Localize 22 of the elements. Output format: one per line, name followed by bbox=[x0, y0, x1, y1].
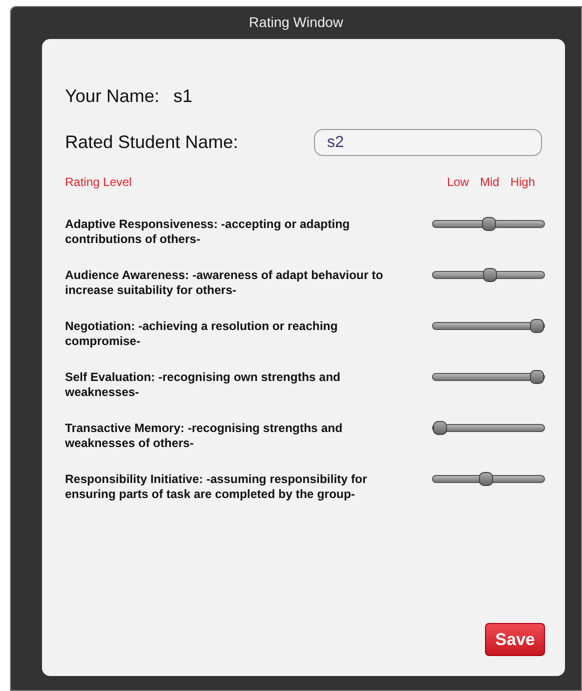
slider-thumb[interactable] bbox=[433, 421, 447, 435]
slider-thumb[interactable] bbox=[482, 217, 496, 231]
criterion-text: Responsibility Initiative: -assuming responsibility for ensuring parts of task are completed by the group- bbox=[65, 472, 368, 502]
window-title: Rating Window bbox=[248, 13, 344, 32]
criterion-text: Audience Awareness: -awareness of adapt behaviour to increase suitability for others- bbox=[65, 268, 384, 298]
slider-thumb[interactable] bbox=[530, 319, 544, 333]
criterion-text: Adaptive Responsiveness: -accepting or adapting contributions of others- bbox=[65, 217, 351, 247]
student-name-label: Rated Student Name: bbox=[65, 131, 240, 154]
save-button[interactable]: Save bbox=[485, 622, 545, 656]
slider-thumb[interactable] bbox=[483, 268, 498, 282]
name-value: s1 bbox=[173, 85, 192, 108]
slider-thumb[interactable] bbox=[478, 472, 493, 486]
criterion-text: Negotiation: -achieving a resolution or reaching compromise- bbox=[65, 319, 339, 349]
criterion-text: Self Evaluation: -recognising own strengths and weaknesses- bbox=[65, 370, 342, 400]
name-label: Your Name: bbox=[65, 85, 160, 108]
student-name-field[interactable]: s2 bbox=[314, 129, 542, 156]
scale-label: High bbox=[510, 174, 535, 191]
scale-label: Mid bbox=[480, 174, 500, 191]
slider-thumb[interactable] bbox=[530, 370, 544, 384]
rating-level-label: Rating Level bbox=[65, 174, 132, 191]
scale-label: Low bbox=[446, 174, 469, 191]
criterion-text: Transactive Memory: -recognising strengths and weaknesses of others- bbox=[65, 421, 344, 451]
